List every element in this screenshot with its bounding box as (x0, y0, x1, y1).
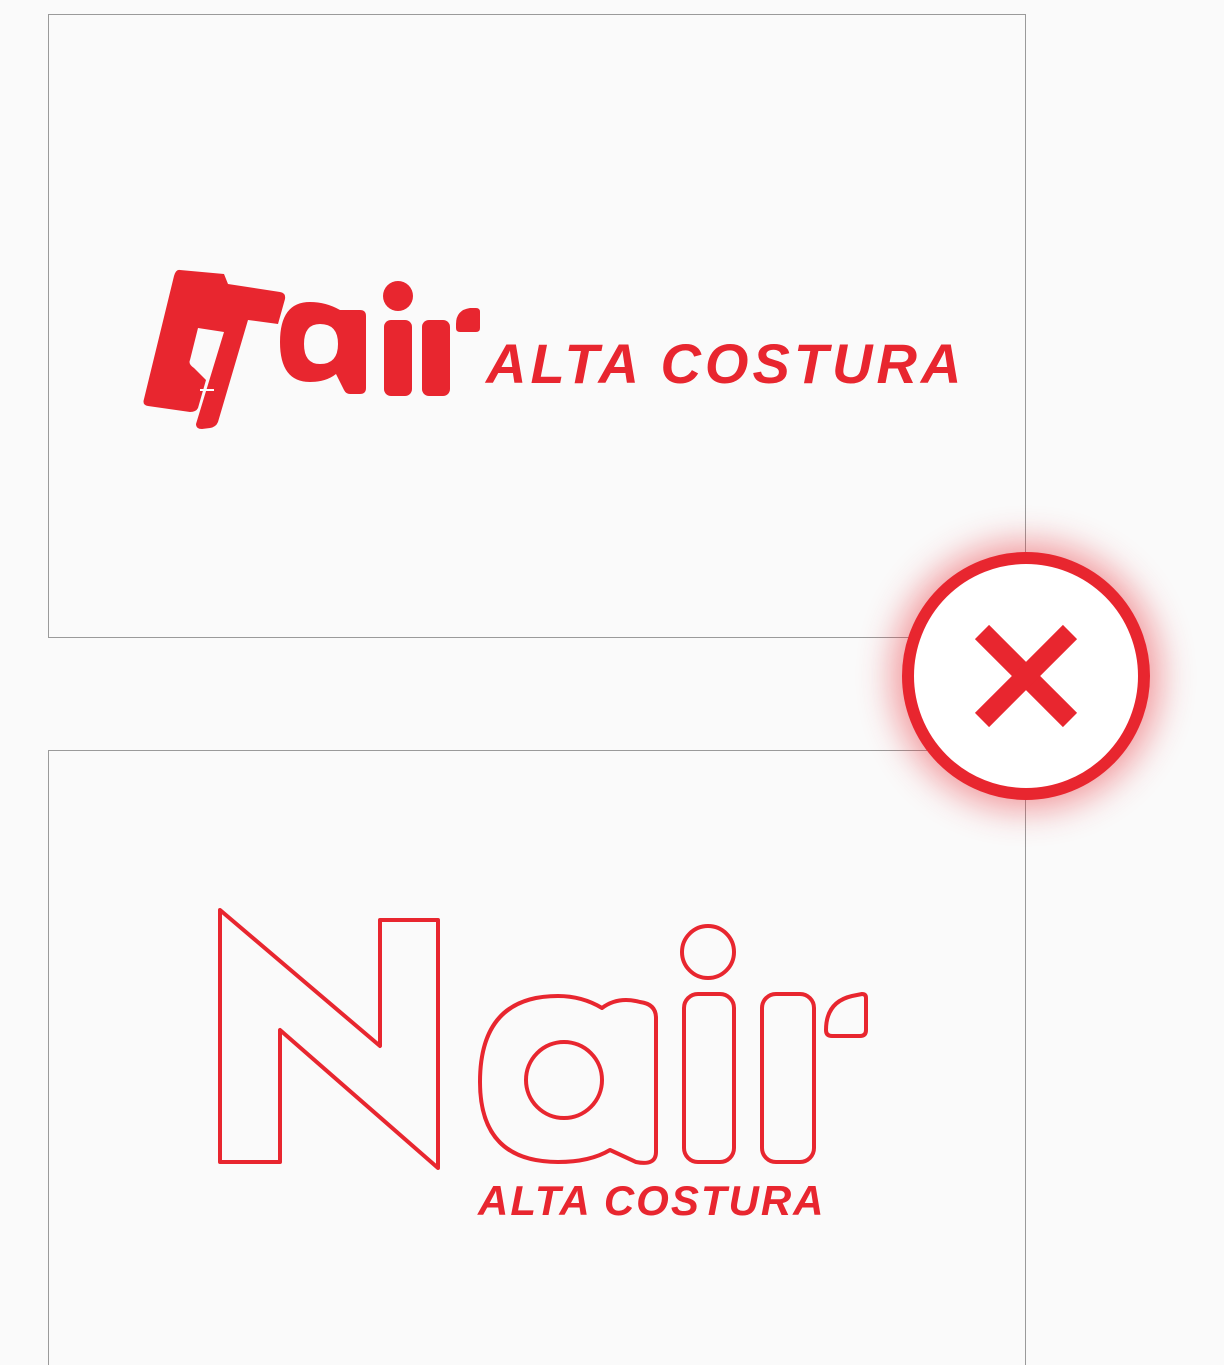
nair-logo-outline (218, 908, 868, 1170)
tagline-filled: ALTA COSTURA (486, 332, 966, 395)
close-icon (974, 624, 1078, 728)
nair-logo-filled (143, 269, 480, 429)
logo-usage-sheet: ALTA COSTURA ALTA COSTURA (0, 0, 1224, 1365)
tagline-outline: ALTA COSTURA (478, 1177, 826, 1224)
incorrect-usage-badge (902, 552, 1150, 800)
